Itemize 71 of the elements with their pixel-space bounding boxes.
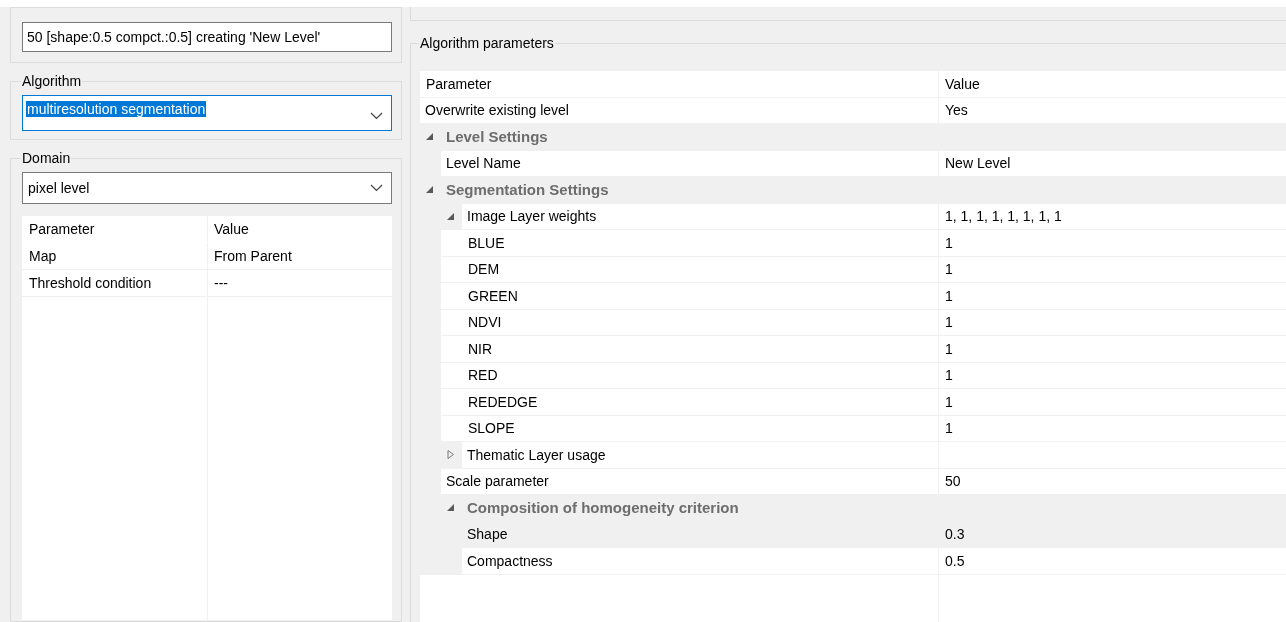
- property-name: Compactness: [466, 551, 554, 571]
- process-name-field[interactable]: 50 [shape:0.5 compct.:0.5] creating 'New Level': [22, 22, 392, 52]
- property-name: Image Layer weights: [466, 207, 598, 227]
- collapse-arrow-icon[interactable]: [425, 185, 434, 195]
- property-name: BLUE: [467, 233, 506, 253]
- group-label: Algorithm parameters: [419, 35, 555, 51]
- property-name: Overwrite existing level: [424, 101, 570, 121]
- collapse-arrow-icon[interactable]: [446, 503, 455, 513]
- category-row[interactable]: Segmentation Settings: [420, 177, 1286, 204]
- property-row[interactable]: Level Name New Level: [420, 150, 1286, 177]
- property-row[interactable]: Thematic Layer usage: [420, 442, 1286, 469]
- property-value: 1: [938, 362, 1286, 388]
- property-row[interactable]: REDEDGE 1: [420, 389, 1286, 416]
- property-name: Shape: [466, 525, 509, 545]
- property-row[interactable]: Scale parameter 50: [420, 468, 1286, 495]
- property-value: 0.3: [938, 521, 1286, 547]
- collapse-arrow-icon[interactable]: [446, 211, 455, 221]
- property-row[interactable]: Image Layer weights 1, 1, 1, 1, 1, 1, 1, 1: [420, 203, 1286, 230]
- group-label: Algorithm: [21, 73, 83, 89]
- property-value: 1: [938, 389, 1286, 415]
- table-cell: Map: [22, 243, 208, 269]
- property-name: RED: [467, 366, 499, 386]
- property-value: 0.5: [938, 548, 1286, 574]
- property-name: NIR: [467, 339, 494, 359]
- property-row[interactable]: GREEN 1: [420, 283, 1286, 310]
- property-name: Thematic Layer usage: [466, 445, 607, 465]
- property-row[interactable]: NDVI 1: [420, 309, 1286, 336]
- algorithm-dropdown[interactable]: multiresolution segmentation: [22, 95, 392, 131]
- property-name: Level Name: [445, 154, 522, 174]
- group-label: Domain: [21, 150, 72, 166]
- property-value: 1: [938, 230, 1286, 256]
- category-row[interactable]: Composition of homogeneity criterion: [420, 495, 1286, 522]
- property-name: GREEN: [467, 286, 519, 306]
- property-row[interactable]: Overwrite existing level Yes: [420, 97, 1286, 124]
- table-cell-text: From Parent: [213, 247, 293, 266]
- property-value: Yes: [938, 97, 1286, 123]
- property-value: 1: [938, 336, 1286, 362]
- property-value: 50: [938, 468, 1286, 494]
- property-value: New Level: [938, 150, 1286, 176]
- domain-dropdown[interactable]: pixel level: [22, 172, 392, 204]
- property-name: DEM: [467, 260, 501, 280]
- category-label: Level Settings: [445, 127, 549, 148]
- column-header: Value: [938, 71, 1286, 97]
- column-header: Parameter: [22, 216, 208, 242]
- collapse-arrow-icon[interactable]: [425, 132, 434, 142]
- property-row[interactable]: NIR 1: [420, 336, 1286, 363]
- property-name: REDEDGE: [467, 392, 539, 412]
- property-row[interactable]: Compactness 0.5: [420, 548, 1286, 575]
- property-row[interactable]: BLUE 1: [420, 230, 1286, 257]
- property-name: Scale parameter: [445, 472, 550, 492]
- property-value: 1, 1, 1, 1, 1, 1, 1, 1: [938, 203, 1286, 229]
- property-row[interactable]: Shape 0.3: [420, 521, 1286, 548]
- column-header: Value: [213, 220, 250, 239]
- property-row[interactable]: RED 1: [420, 362, 1286, 389]
- category-label: Composition of homogeneity criterion: [466, 498, 740, 519]
- property-value: 1: [938, 415, 1286, 441]
- property-value: 1: [938, 283, 1286, 309]
- category-label: Segmentation Settings: [445, 180, 610, 201]
- property-name: SLOPE: [467, 419, 516, 439]
- property-row[interactable]: SLOPE 1: [420, 415, 1286, 442]
- property-row[interactable]: DEM 1: [420, 256, 1286, 283]
- property-value: 1: [938, 309, 1286, 335]
- chevron-down-icon: [370, 184, 383, 192]
- expand-arrow-icon[interactable]: [446, 450, 455, 460]
- table-cell-text: ---: [213, 274, 229, 293]
- table-cell: Threshold condition: [22, 270, 208, 296]
- column-header: Parameter: [425, 74, 493, 94]
- property-name: NDVI: [467, 313, 503, 333]
- chevron-down-icon: [370, 111, 383, 120]
- category-row[interactable]: Level Settings: [420, 124, 1286, 151]
- property-value: 1: [938, 256, 1286, 282]
